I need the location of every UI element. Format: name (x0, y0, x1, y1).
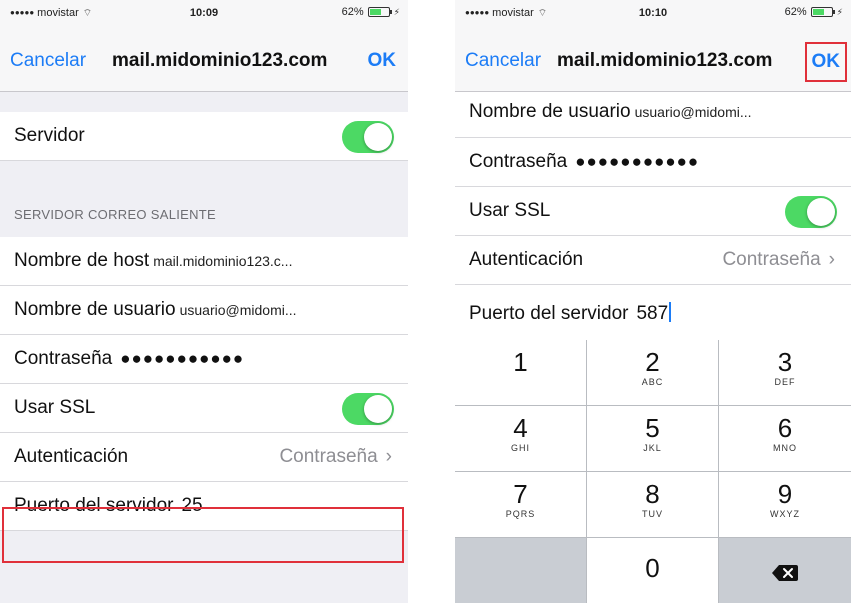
password-row[interactable]: Contraseña ●●●●●●●●●●● (0, 335, 408, 384)
ssl-row: Usar SSL (455, 187, 851, 236)
password-label: Contraseña (14, 348, 113, 369)
nav-title: mail.midominio123.com (557, 50, 773, 71)
ssl-label: Usar SSL (469, 200, 551, 221)
battery-percent: 62% (784, 6, 807, 18)
server-toggle[interactable] (342, 121, 394, 153)
port-value[interactable]: 587 (636, 303, 668, 324)
port-label: Puerto del servidor (469, 303, 629, 324)
highlight-box (2, 507, 404, 563)
ssl-toggle[interactable] (342, 393, 394, 425)
password-label: Contraseña (469, 151, 568, 172)
host-label: Nombre de host (14, 250, 150, 271)
authentication-value: Contraseña (279, 446, 378, 467)
charging-icon: ⚡ (836, 6, 843, 17)
cancel-button[interactable]: Cancelar (10, 50, 86, 72)
right-phone-screen: ●●●●● movistar ⌔ 10:10 62% ⚡ Cancelar mail… (455, 0, 851, 603)
cancel-button[interactable]: Cancelar (465, 50, 541, 72)
backspace-key[interactable] (719, 538, 851, 603)
ssl-label: Usar SSL (14, 397, 96, 418)
password-row[interactable]: Contraseña ●●●●●●●●●●● (455, 138, 851, 187)
key-3[interactable]: 3 DEF (719, 340, 851, 406)
key-9[interactable]: 9 WXYZ (719, 472, 851, 538)
authentication-value: Contraseña (722, 249, 821, 270)
ok-button[interactable]: OK (804, 42, 847, 82)
username-label: Nombre de usuario (14, 299, 176, 320)
navigation-bar: Cancelar mail.midominio123.com OK (0, 28, 408, 92)
key-5[interactable]: 5 JKL (587, 406, 719, 472)
chevron-right-icon: › (385, 446, 392, 467)
username-value: usuario@midomi... (179, 302, 297, 318)
username-row[interactable]: Nombre de usuario usuario@midomi... (455, 92, 851, 138)
ssl-row: Usar SSL (0, 384, 408, 433)
username-row[interactable]: Nombre de usuario usuario@midomi... (0, 286, 408, 335)
ok-button[interactable]: OK (368, 50, 397, 72)
section-header: SERVIDOR CORREO SALIENTE (14, 207, 217, 222)
authentication-label: Autenticación (469, 249, 584, 270)
numeric-keypad: 1 2 ABC 3 DEF 4 GHI 5 JKL 6 MNO 7 PQRS 8 TUV 9W… (455, 340, 851, 603)
battery-percent: 62% (341, 6, 364, 18)
ssl-toggle[interactable] (785, 196, 837, 228)
authentication-row[interactable]: Autenticación Contraseña › (0, 433, 408, 482)
left-phone-screen: ●●●●● movistar ⌔ 10:09 62% ⚡ Cancelar mail… (0, 0, 408, 603)
nav-title: mail.midominio123.com (112, 50, 328, 71)
server-label: Servidor (14, 125, 85, 146)
key-4[interactable]: 4 GHI (455, 406, 587, 472)
battery-icon (810, 7, 835, 17)
backspace-icon (772, 564, 798, 581)
key-1[interactable]: 1 (455, 340, 587, 406)
username-value: usuario@midomi... (634, 104, 752, 120)
server-row: Servidor (0, 112, 408, 161)
key-2[interactable]: 2 ABC (587, 340, 719, 406)
authentication-row[interactable]: Autenticación Contraseña › (455, 236, 851, 285)
key-8[interactable]: 8 TUV (587, 472, 719, 538)
navigation-bar: Cancelar mail.midominio123.com OK (455, 28, 851, 92)
key-0[interactable]: 0 (587, 538, 719, 603)
battery-icon (367, 7, 392, 17)
password-value: ●●●●●●●●●●● (575, 152, 700, 171)
status-bar: ●●●●● movistar ⌔ 10:10 62% ⚡ (455, 0, 851, 28)
key-blank (455, 538, 587, 603)
key-7[interactable]: 7 PQRS (455, 472, 587, 538)
chevron-right-icon: › (828, 249, 835, 270)
authentication-label: Autenticación (14, 446, 129, 467)
password-value: ●●●●●●●●●●● (120, 349, 245, 368)
host-value: mail.midominio123.c... (153, 253, 293, 269)
status-bar: ●●●●● movistar ⌔ 10:09 62% ⚡ (0, 0, 408, 28)
host-row[interactable]: Nombre de host mail.midominio123.c... (0, 237, 408, 286)
text-cursor (669, 302, 672, 322)
server-port-row[interactable]: Puerto del servidor 587 (455, 285, 851, 340)
username-label: Nombre de usuario (469, 101, 631, 122)
charging-icon: ⚡ (393, 6, 400, 17)
key-6[interactable]: 6 MNO (719, 406, 851, 472)
